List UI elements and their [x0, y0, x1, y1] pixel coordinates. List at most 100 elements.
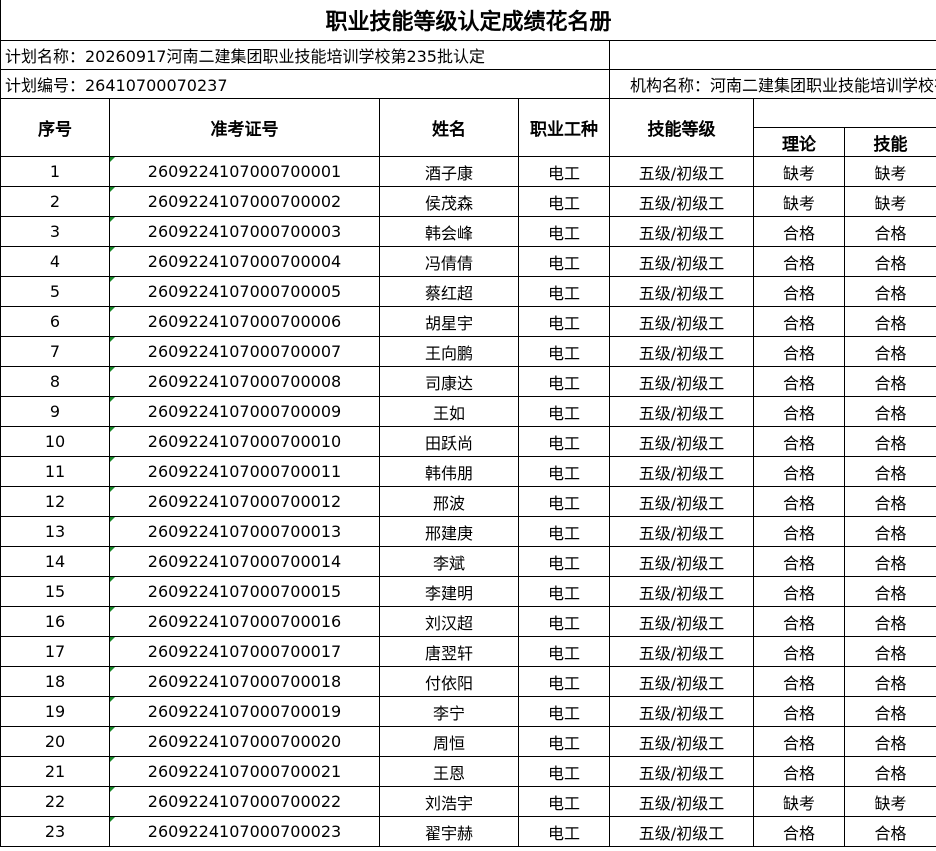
name-cell[interactable]: 付依阳: [379, 666, 519, 697]
skill-score-cell[interactable]: 合格: [843, 336, 936, 367]
theory-score-cell[interactable]: 合格: [753, 276, 845, 307]
skill-score-cell[interactable]: 合格: [843, 696, 936, 727]
seq-cell[interactable]: 12: [0, 486, 110, 517]
exam-id-cell[interactable]: 2609224107000700010: [109, 426, 380, 457]
level-cell[interactable]: 五级/初级工: [609, 426, 754, 457]
occupation-cell[interactable]: 电工: [518, 246, 610, 277]
name-cell[interactable]: 李宁: [379, 696, 519, 727]
skill-score-cell[interactable]: 合格: [843, 246, 936, 277]
theory-score-cell[interactable]: 合格: [753, 636, 845, 667]
plan-number-cell[interactable]: 计划编号：26410700070237: [0, 69, 610, 99]
seq-cell[interactable]: 5: [0, 276, 110, 307]
exam-id-cell[interactable]: 2609224107000700013: [109, 516, 380, 547]
seq-cell[interactable]: 22: [0, 786, 110, 817]
seq-cell[interactable]: 3: [0, 216, 110, 247]
level-cell[interactable]: 五级/初级工: [609, 696, 754, 727]
skill-score-cell[interactable]: 合格: [843, 276, 936, 307]
header-level[interactable]: 技能等级: [609, 98, 754, 157]
exam-id-cell[interactable]: 2609224107000700014: [109, 546, 380, 577]
seq-cell[interactable]: 18: [0, 666, 110, 697]
level-cell[interactable]: 五级/初级工: [609, 186, 754, 217]
exam-id-cell[interactable]: 2609224107000700019: [109, 696, 380, 727]
header-seq[interactable]: 序号: [0, 98, 110, 157]
exam-id-cell[interactable]: 2609224107000700016: [109, 606, 380, 637]
level-cell[interactable]: 五级/初级工: [609, 396, 754, 427]
occupation-cell[interactable]: 电工: [518, 636, 610, 667]
exam-id-cell[interactable]: 2609224107000700012: [109, 486, 380, 517]
level-cell[interactable]: 五级/初级工: [609, 726, 754, 757]
seq-cell[interactable]: 11: [0, 456, 110, 487]
level-cell[interactable]: 五级/初级工: [609, 216, 754, 247]
seq-cell[interactable]: 7: [0, 336, 110, 367]
name-cell[interactable]: 侯茂森: [379, 186, 519, 217]
theory-score-cell[interactable]: 合格: [753, 336, 845, 367]
name-cell[interactable]: 韩会峰: [379, 216, 519, 247]
exam-id-cell[interactable]: 2609224107000700007: [109, 336, 380, 367]
name-cell[interactable]: 邢建庚: [379, 516, 519, 547]
skill-score-cell[interactable]: 合格: [843, 726, 936, 757]
level-cell[interactable]: 五级/初级工: [609, 246, 754, 277]
header-exam-id[interactable]: 准考证号: [109, 98, 380, 157]
theory-score-cell[interactable]: 合格: [753, 396, 845, 427]
name-cell[interactable]: 胡星宇: [379, 306, 519, 337]
occupation-cell[interactable]: 电工: [518, 156, 610, 187]
theory-score-cell[interactable]: 合格: [753, 366, 845, 397]
name-cell[interactable]: 王恩: [379, 756, 519, 787]
skill-score-cell[interactable]: 合格: [843, 546, 936, 577]
skill-score-cell[interactable]: 合格: [843, 366, 936, 397]
level-cell[interactable]: 五级/初级工: [609, 786, 754, 817]
theory-score-cell[interactable]: 合格: [753, 216, 845, 247]
occupation-cell[interactable]: 电工: [518, 276, 610, 307]
theory-score-cell[interactable]: 合格: [753, 756, 845, 787]
theory-score-cell[interactable]: 合格: [753, 516, 845, 547]
occupation-cell[interactable]: 电工: [518, 426, 610, 457]
seq-cell[interactable]: 15: [0, 576, 110, 607]
name-cell[interactable]: 酒子康: [379, 156, 519, 187]
occupation-cell[interactable]: 电工: [518, 546, 610, 577]
name-cell[interactable]: 司康达: [379, 366, 519, 397]
seq-cell[interactable]: 17: [0, 636, 110, 667]
theory-score-cell[interactable]: 合格: [753, 696, 845, 727]
exam-id-cell[interactable]: 2609224107000700017: [109, 636, 380, 667]
occupation-cell[interactable]: 电工: [518, 306, 610, 337]
name-cell[interactable]: 韩伟朋: [379, 456, 519, 487]
header-skill[interactable]: 技能: [843, 127, 936, 157]
theory-score-cell[interactable]: 合格: [753, 606, 845, 637]
name-cell[interactable]: 刘浩宇: [379, 786, 519, 817]
header-theory[interactable]: 理论: [753, 127, 845, 157]
theory-score-cell[interactable]: 合格: [753, 576, 845, 607]
exam-id-cell[interactable]: 2609224107000700002: [109, 186, 380, 217]
exam-id-cell[interactable]: 2609224107000700003: [109, 216, 380, 247]
theory-score-cell[interactable]: 合格: [753, 306, 845, 337]
level-cell[interactable]: 五级/初级工: [609, 666, 754, 697]
seq-cell[interactable]: 23: [0, 816, 110, 847]
header-name[interactable]: 姓名: [379, 98, 519, 157]
level-cell[interactable]: 五级/初级工: [609, 336, 754, 367]
page-title[interactable]: 职业技能等级认定成绩花名册: [0, 0, 936, 41]
name-cell[interactable]: 李建明: [379, 576, 519, 607]
exam-id-cell[interactable]: 2609224107000700015: [109, 576, 380, 607]
skill-score-cell[interactable]: 合格: [843, 606, 936, 637]
skill-score-cell[interactable]: 合格: [843, 456, 936, 487]
occupation-cell[interactable]: 电工: [518, 606, 610, 637]
skill-score-cell[interactable]: 合格: [843, 756, 936, 787]
occupation-cell[interactable]: 电工: [518, 516, 610, 547]
exam-id-cell[interactable]: 2609224107000700005: [109, 276, 380, 307]
theory-score-cell[interactable]: 合格: [753, 546, 845, 577]
theory-score-cell[interactable]: 合格: [753, 426, 845, 457]
skill-score-cell[interactable]: 合格: [843, 486, 936, 517]
theory-score-cell[interactable]: 合格: [753, 456, 845, 487]
level-cell[interactable]: 五级/初级工: [609, 366, 754, 397]
name-cell[interactable]: 翟宇赫: [379, 816, 519, 847]
occupation-cell[interactable]: 电工: [518, 576, 610, 607]
plan-name-cell[interactable]: 计划名称：20260917河南二建集团职业技能培训学校第235批认定: [0, 40, 610, 70]
skill-score-cell[interactable]: 缺考: [843, 156, 936, 187]
header-occupation[interactable]: 职业工种: [518, 98, 610, 157]
occupation-cell[interactable]: 电工: [518, 696, 610, 727]
level-cell[interactable]: 五级/初级工: [609, 606, 754, 637]
skill-score-cell[interactable]: 合格: [843, 216, 936, 247]
seq-cell[interactable]: 14: [0, 546, 110, 577]
skill-score-cell[interactable]: 合格: [843, 426, 936, 457]
exam-id-cell[interactable]: 2609224107000700021: [109, 756, 380, 787]
name-cell[interactable]: 刘汉超: [379, 606, 519, 637]
